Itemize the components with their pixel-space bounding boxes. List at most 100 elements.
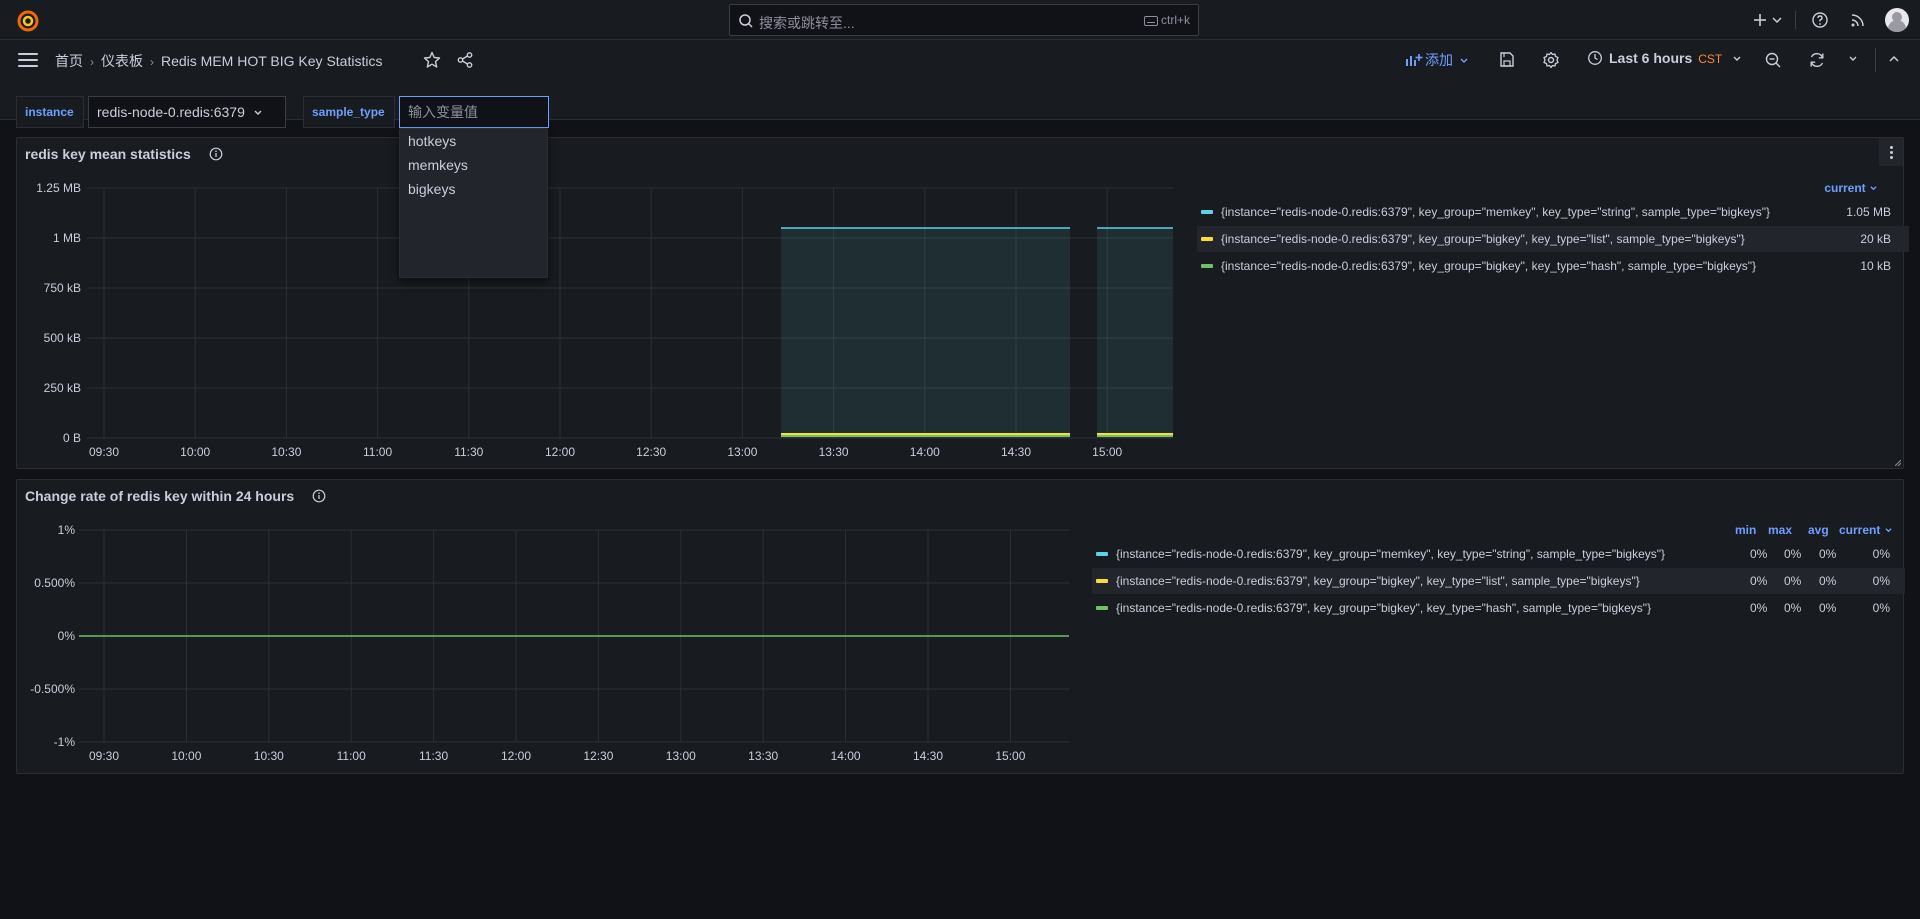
legend-current-value: 0% (1872, 574, 1890, 588)
collapse-chevron-up-icon[interactable] (1887, 52, 1901, 66)
y-tick-label: 750 kB (44, 281, 81, 295)
chevron-down-icon (254, 110, 262, 115)
legend-row[interactable]: {instance="redis-node-0.redis:6379", key… (1197, 199, 1909, 225)
x-tick-label: 14:00 (910, 445, 940, 459)
y-tick-label: 1 MB (53, 231, 81, 245)
legend-header-current[interactable]: current (1839, 523, 1893, 537)
legend-min-value: 0% (1750, 574, 1768, 588)
legend-swatch (1096, 579, 1108, 583)
gear-icon[interactable] (1542, 51, 1560, 69)
legend-header-current[interactable]: current (1824, 181, 1878, 195)
legend-header-max[interactable]: max (1768, 523, 1792, 537)
news-feed-icon[interactable] (1848, 10, 1868, 30)
y-tick-label: 0 B (63, 431, 81, 445)
legend-row[interactable]: {instance="redis-node-0.redis:6379", key… (1092, 595, 1905, 621)
breadcrumb: 首页 › 仪表板 › Redis MEM HOT BIG Key Statistics (55, 51, 382, 71)
dropdown-option[interactable]: bigkeys (408, 181, 455, 197)
instance-select[interactable]: redis-node-0.redis:6379 (88, 96, 286, 128)
save-icon[interactable] (1498, 51, 1516, 69)
resize-handle-icon[interactable] (1895, 460, 1901, 466)
x-tick-label: 13:00 (666, 749, 696, 763)
x-tick-label: 12:30 (636, 445, 666, 459)
x-tick-label: 14:30 (913, 749, 943, 763)
breadcrumb-home[interactable]: 首页 (55, 53, 83, 69)
legend-series-name: {instance="redis-node-0.redis:6379", key… (1116, 601, 1652, 615)
chart-legend: current {instance="redis-node-0.redis:63… (1197, 181, 1909, 273)
legend-swatch (1201, 264, 1213, 268)
chevron-down-icon[interactable] (1767, 10, 1787, 30)
refresh-interval-chevron-icon[interactable] (1846, 52, 1860, 66)
chevron-down-icon (1460, 58, 1468, 63)
search-shortcut: ctrl+k (1143, 13, 1190, 27)
dropdown-option[interactable]: hotkeys (408, 133, 456, 149)
legend-swatch (1201, 210, 1213, 214)
sample-type-dropdown: hotkeys memkeys bigkeys (399, 128, 548, 278)
legend-current-value: 0% (1872, 601, 1890, 615)
x-tick-label: 10:00 (171, 749, 201, 763)
breadcrumb-dashboards[interactable]: 仪表板 (101, 53, 143, 69)
x-tick-label: 09:30 (89, 445, 119, 459)
legend-min-value: 0% (1750, 601, 1768, 615)
x-tick-label: 13:00 (727, 445, 757, 459)
legend-current-value: 1.05 MB (1846, 205, 1891, 219)
legend-swatch (1201, 237, 1213, 241)
legend-avg-value: 0% (1819, 547, 1837, 561)
legend-row[interactable]: {instance="redis-node-0.redis:6379", key… (1197, 226, 1909, 252)
search-input[interactable]: 搜索或跳转至... ctrl+k (729, 4, 1199, 36)
legend-series-name: {instance="redis-node-0.redis:6379", key… (1221, 232, 1745, 246)
y-tick-label: -1% (54, 735, 76, 749)
panel-change-rate-redis-key: Change rate of redis key within 24 hours… (16, 479, 1905, 774)
y-tick-label: 0% (58, 629, 76, 643)
x-tick-label: 11:30 (454, 445, 483, 459)
x-tick-label: 13:30 (748, 749, 778, 763)
variable-label-sample-type: sample_type (303, 96, 395, 128)
x-tick-label: 14:30 (1001, 445, 1031, 459)
legend-series-name: {instance="redis-node-0.redis:6379", key… (1221, 205, 1771, 219)
legend-row[interactable]: {instance="redis-node-0.redis:6379", key… (1092, 541, 1905, 567)
dropdown-option[interactable]: memkeys (408, 157, 468, 173)
legend-swatch (1096, 552, 1108, 556)
menu-icon[interactable] (18, 53, 38, 67)
chevron-down-icon (1870, 186, 1877, 191)
x-tick-label: 10:30 (254, 749, 284, 763)
variable-label-instance: instance (16, 96, 84, 128)
search-icon (739, 14, 753, 28)
instance-value: redis-node-0.redis:6379 (97, 104, 245, 120)
chevron-down-icon (1885, 528, 1892, 533)
x-tick-label: 10:00 (180, 445, 210, 459)
sample-type-input[interactable]: 输入变量值 (399, 96, 549, 128)
clock-icon (1588, 51, 1602, 65)
chart-legend: min max avg current {instance="redis-nod… (1092, 523, 1905, 615)
x-tick-label: 10:30 (271, 445, 301, 459)
grafana-logo-icon[interactable] (16, 9, 40, 33)
legend-row[interactable]: {instance="redis-node-0.redis:6379", key… (1092, 568, 1905, 594)
user-avatar[interactable] (1885, 8, 1909, 32)
legend-header-current-label: current (1824, 181, 1866, 195)
legend-max-value: 0% (1784, 601, 1802, 615)
top-bar: 搜索或跳转至... ctrl+k (0, 0, 1920, 40)
legend-header-avg[interactable]: avg (1808, 523, 1829, 537)
breadcrumb-separator: › (150, 55, 154, 69)
share-icon[interactable] (456, 51, 474, 69)
star-icon[interactable] (423, 51, 441, 69)
legend-row[interactable]: {instance="redis-node-0.redis:6379", key… (1197, 253, 1909, 279)
zoom-out-icon[interactable] (1764, 51, 1782, 69)
y-tick-label: 1% (58, 523, 76, 537)
legend-max-value: 0% (1784, 547, 1802, 561)
keyboard-icon (1143, 16, 1158, 26)
x-tick-label: 11:30 (419, 749, 448, 763)
y-tick-label: 0.500% (34, 576, 75, 590)
search-placeholder: 搜索或跳转至... (759, 15, 855, 31)
legend-series-name: {instance="redis-node-0.redis:6379", key… (1116, 574, 1640, 588)
legend-series-name: {instance="redis-node-0.redis:6379", key… (1221, 259, 1757, 273)
series-area (1097, 228, 1173, 438)
add-label: 添加 (1425, 52, 1453, 68)
refresh-icon[interactable] (1808, 51, 1826, 69)
y-tick-label: 250 kB (44, 381, 81, 395)
legend-header-min[interactable]: min (1735, 523, 1756, 537)
time-range-picker[interactable]: Last 6 hours CST (1587, 50, 1742, 66)
add-button[interactable]: 添加 (1405, 50, 1469, 70)
x-tick-label: 11:00 (363, 445, 392, 459)
breadcrumb-separator: › (90, 55, 94, 69)
help-icon[interactable] (1810, 10, 1830, 30)
